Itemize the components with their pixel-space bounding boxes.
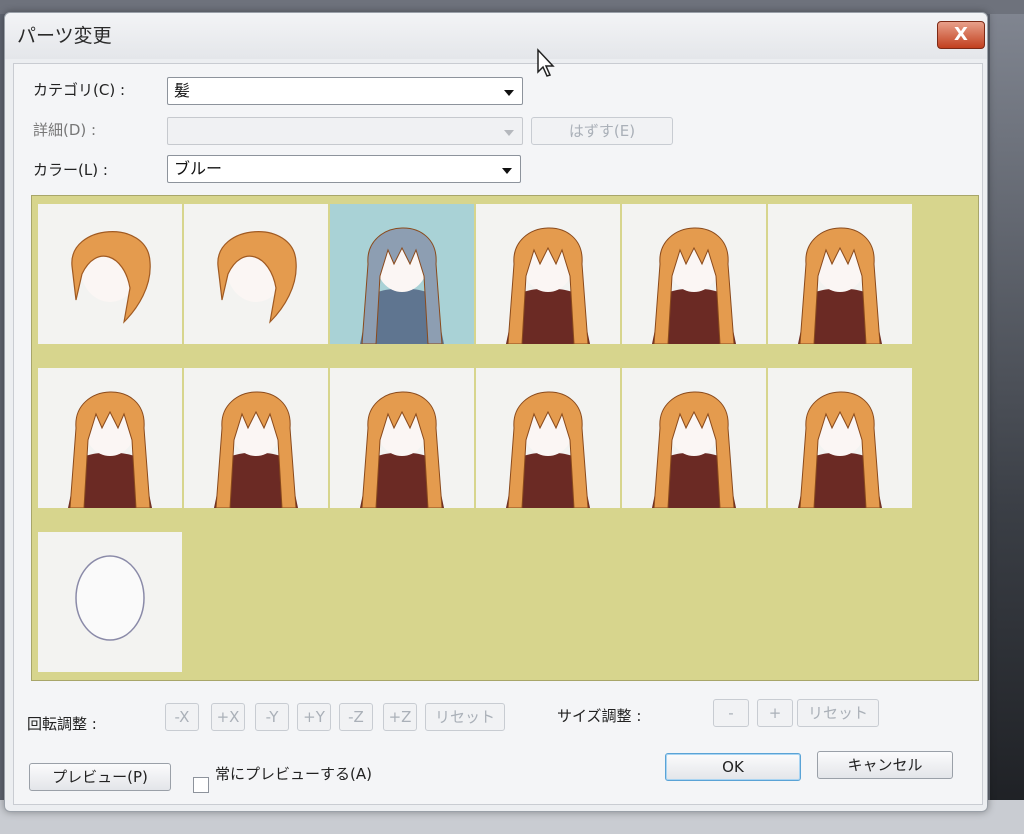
preview-button[interactable]: プレビュー(P) bbox=[29, 763, 171, 791]
rotate-plus-y-button[interactable]: +Y bbox=[297, 703, 331, 731]
hair-thumbnail-icon bbox=[360, 227, 444, 344]
rotate-minus-x-button[interactable]: -X bbox=[165, 703, 199, 731]
hair-part-tile[interactable] bbox=[476, 368, 620, 508]
chevron-down-icon bbox=[504, 130, 514, 136]
hair-thumbnail-icon bbox=[217, 230, 297, 324]
detail-select[interactable] bbox=[167, 117, 523, 145]
hair-part-tile[interactable] bbox=[622, 204, 766, 344]
chevron-down-icon bbox=[504, 90, 514, 96]
hair-thumbnail-icon bbox=[798, 227, 882, 344]
category-value: 髪 bbox=[174, 81, 191, 100]
always-preview-label: 常にプレビューする(A) bbox=[215, 765, 372, 783]
size-label: サイズ調整 : bbox=[557, 707, 642, 725]
hair-thumbnail-icon bbox=[506, 391, 590, 508]
hair-part-tile[interactable] bbox=[476, 204, 620, 344]
rotation-label: 回転調整 : bbox=[27, 715, 97, 733]
hair-thumbnail-icon bbox=[71, 230, 151, 324]
parts-thumbnail-grid bbox=[31, 195, 979, 681]
title-bar[interactable]: パーツ変更 X bbox=[5, 13, 987, 59]
hair-part-tile[interactable] bbox=[768, 204, 912, 344]
hair-thumbnail-icon bbox=[360, 391, 444, 508]
hair-thumbnail-icon bbox=[798, 391, 882, 508]
hair-thumbnail-icon bbox=[75, 555, 145, 641]
hair-part-tile[interactable] bbox=[330, 368, 474, 508]
chevron-down-icon bbox=[502, 168, 512, 174]
color-value: ブルー bbox=[174, 159, 223, 178]
hair-thumbnail-icon bbox=[652, 391, 736, 508]
hair-part-tile[interactable] bbox=[622, 368, 766, 508]
rotate-plus-x-button[interactable]: +X bbox=[211, 703, 245, 731]
rotation-reset-button[interactable]: リセット bbox=[425, 703, 505, 731]
close-button[interactable]: X bbox=[937, 21, 985, 49]
rotate-minus-z-button[interactable]: -Z bbox=[339, 703, 373, 731]
category-select[interactable]: 髪 bbox=[167, 77, 523, 105]
hair-thumbnail-icon bbox=[506, 227, 590, 344]
size-plus-button[interactable]: + bbox=[757, 699, 793, 727]
hair-part-tile[interactable] bbox=[768, 368, 912, 508]
hair-part-tile[interactable] bbox=[184, 368, 328, 508]
color-label: カラー(L) : bbox=[33, 161, 108, 179]
ok-button[interactable]: OK bbox=[665, 753, 801, 781]
color-select[interactable]: ブルー bbox=[167, 155, 521, 183]
hair-part-tile[interactable] bbox=[38, 368, 182, 508]
hair-part-tile[interactable] bbox=[38, 204, 182, 344]
hair-thumbnail-icon bbox=[652, 227, 736, 344]
rotate-minus-y-button[interactable]: -Y bbox=[255, 703, 289, 731]
rotate-plus-z-button[interactable]: +Z bbox=[383, 703, 417, 731]
remove-button[interactable]: はずす(E) bbox=[531, 117, 673, 145]
detail-label: 詳細(D) : bbox=[33, 121, 97, 139]
size-reset-button[interactable]: リセット bbox=[797, 699, 879, 727]
dialog-title: パーツ変更 bbox=[17, 25, 112, 47]
hair-part-tile[interactable] bbox=[184, 204, 328, 344]
cancel-button[interactable]: キャンセル bbox=[817, 751, 953, 779]
hair-part-tile[interactable] bbox=[330, 204, 474, 344]
hair-part-tile[interactable] bbox=[38, 532, 182, 672]
size-minus-button[interactable]: - bbox=[713, 699, 749, 727]
category-label: カテゴリ(C) : bbox=[33, 81, 125, 99]
always-preview-checkbox[interactable] bbox=[193, 777, 209, 793]
hair-thumbnail-icon bbox=[214, 391, 298, 508]
hair-thumbnail-icon bbox=[68, 391, 152, 508]
parts-change-dialog: パーツ変更 X カテゴリ(C) : 髪 詳細(D) : はずす(E) カラー(L… bbox=[4, 12, 988, 812]
mouse-pointer-icon bbox=[537, 48, 555, 77]
background-window-edge bbox=[990, 14, 1024, 834]
